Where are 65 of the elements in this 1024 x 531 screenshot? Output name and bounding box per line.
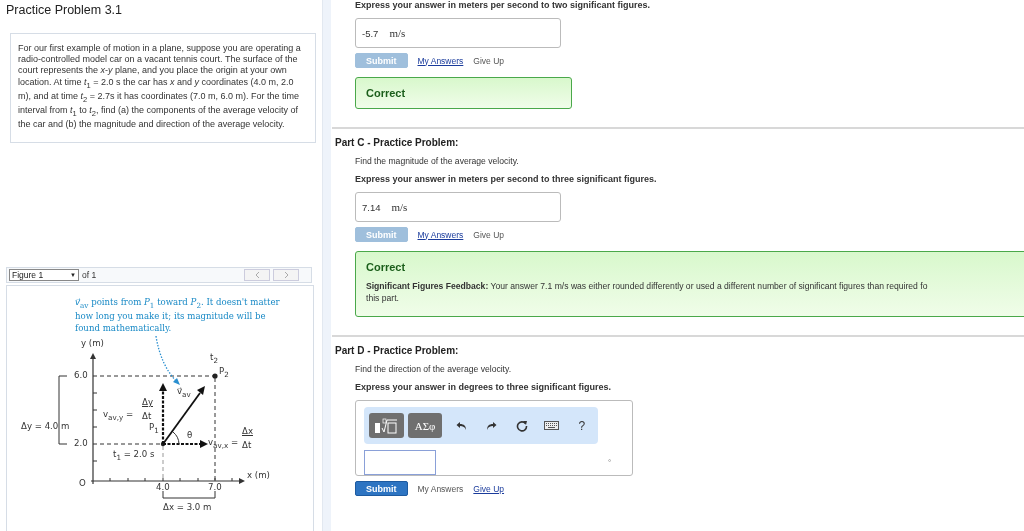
question-text: Find the direction of the average velocity. [355,364,513,374]
time-label: t$_{1}$ = 2.0 s [113,448,155,463]
part-heading: Part C - Practice Problem: [335,137,460,148]
keyboard-icon [544,421,560,430]
action-label[interactable]: Give Up [473,229,505,240]
figure-caption: v⃗$_{av}$ points from P$_{1}$ toward P$_{2}$. It doesn't matter how long you make it; its magnitude will be found mathematically. [75,296,281,335]
fraction-numerator: Δx [242,425,253,437]
fraction-denominator: Δt [242,439,252,451]
answer-input[interactable] [364,450,436,475]
point-label: P$_{1}$ [149,421,159,436]
link[interactable]: My Answers [417,55,464,66]
tick-label: 7.0 [208,481,222,493]
answer-field[interactable]: 7.14 m/s [355,192,561,222]
instruction-text: Express your answer in degrees to three significant figures. [355,382,613,392]
redo-icon [486,420,498,431]
question-text: Find the magnitude of the average velocity. [355,156,520,166]
feedback-title: Correct [366,261,407,273]
answer-field[interactable]: -5.7 m/s [355,18,561,48]
leader-line [155,335,180,385]
point-label: P$_{2}$ [219,365,229,380]
instruction-text: Express your answer in meters per second to three significant figures. [355,174,658,184]
instruction-text: Express your answer in meters per second to two significant figures. [355,0,652,10]
component-label: v$_{av,x}$ = [208,436,239,451]
axis-label: y (m) [81,337,104,349]
velocity-x-arrow [163,439,208,448]
unit-label: ° [608,458,612,467]
angle-arc [172,431,180,445]
chevron-left-icon [254,270,260,279]
feedback-text: Significant Figures Feedback: Your answer 7.1 m/s was either rounded differently or used a different number of significant figures than required fo this part. [366,280,929,304]
link[interactable]: My Answers [417,229,464,240]
angle-label: θ [187,429,193,441]
fraction-numerator: Δy [142,396,153,408]
point-marker [212,373,218,379]
vector-label: v⃗$_{av}$ [177,385,191,400]
bracket-line [58,375,68,445]
tick-label: 2.0 [74,437,88,449]
delta-label: Δy = 4.0 m [21,420,70,432]
bracket-line [162,490,216,499]
action-label[interactable]: Give Up [473,55,505,66]
feedback-title: Correct [366,87,407,99]
axis-label: x (m) [247,469,270,481]
chevron-right-icon [283,270,289,279]
tick-label: 4.0 [156,481,170,493]
delta-label: Δx = 3.0 m [163,501,212,513]
templates-button[interactable] [369,413,404,438]
action-label[interactable]: My Answers [417,483,464,494]
problem-statement: For our first example of motion in a plane, suppose you are operating a radio-controlled model car on a vacant tennis court. The surface of the court represents the x-y plane, and you place the origin at your own location. At time t$_{1}$ = 2.0 s the car has x and y coordinates (4.0 m, 2.0 m), and at time t$_{2}$ = 2.7s it has coordinates (7.0 m, 6.0 m). For the time interval from t$_{1}$ to t$_{2}$, find (a) the components of the average velocity of the car and (b) the magnitude and direction of the average velocity. [10,33,316,143]
template-icon [374,417,399,434]
figure-count: of 1 [82,269,97,280]
link[interactable]: Give Up [473,483,505,494]
undo-icon [456,420,467,431]
average-velocity-arrow [162,385,205,445]
tick-label: 6.0 [74,369,88,381]
fraction-denominator: Δt [142,410,152,422]
component-label: v$_{av,y}$ = [103,408,134,423]
point-marker [160,441,166,446]
submit-button[interactable]: Submit [355,481,408,496]
origin-label: O [79,477,86,489]
reset-icon [515,419,528,432]
velocity-y-arrow [159,382,167,444]
part-heading: Part D - Practice Problem: [335,345,460,356]
help-button[interactable]: ? [570,415,593,436]
time-label: t$_{2}$ [210,351,218,366]
problem-title: Practice Problem 3.1 [6,3,124,17]
symbols-button[interactable]: ΑΣφ [407,413,443,438]
